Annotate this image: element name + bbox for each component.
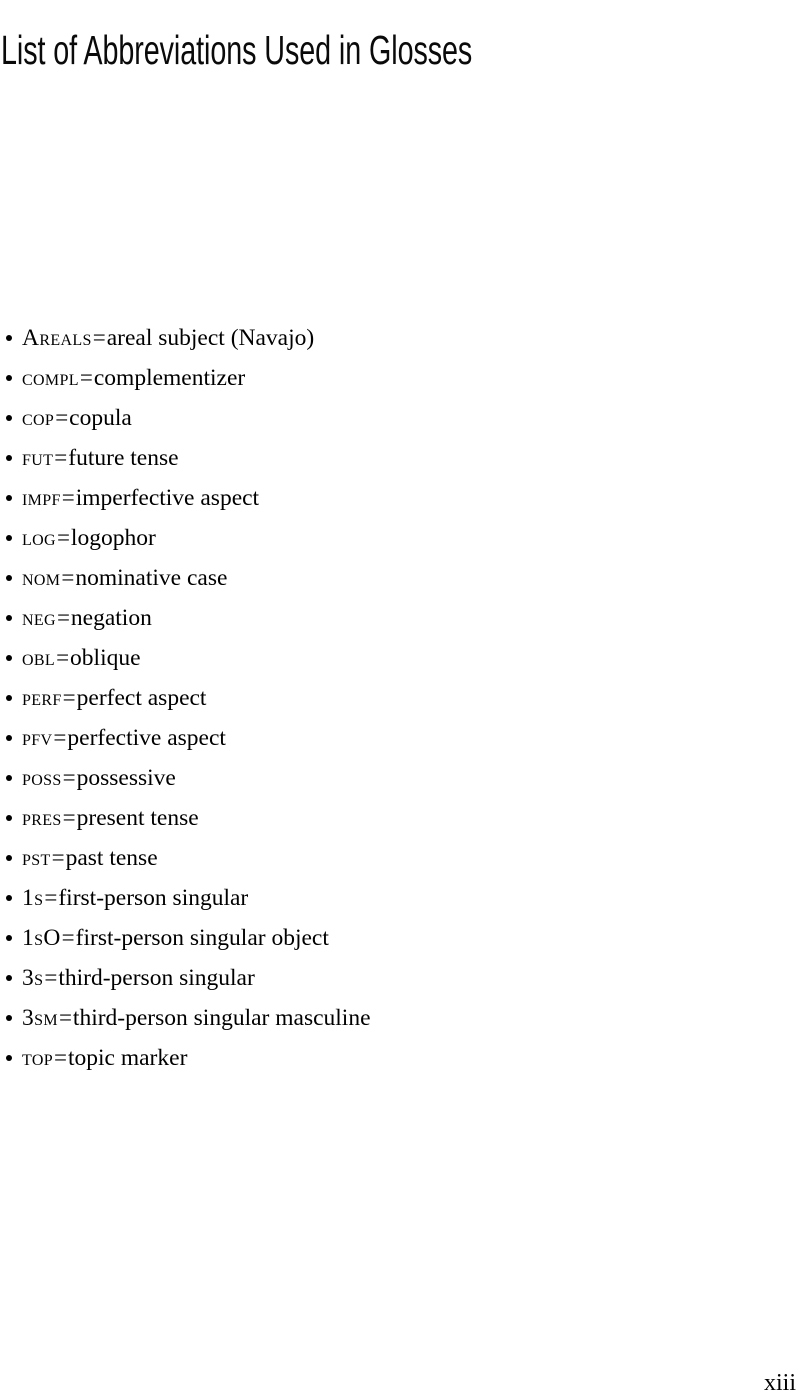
abbreviation-entry: perf = perfect aspect xyxy=(0,678,790,718)
abbreviation-term: poss xyxy=(22,765,62,791)
bullet-icon xyxy=(6,815,12,821)
equals-separator: = xyxy=(62,765,76,790)
bullet-icon xyxy=(6,615,12,621)
bullet-icon xyxy=(6,895,12,901)
equals-separator: = xyxy=(92,325,106,350)
abbreviation-definition: logophor xyxy=(70,525,156,551)
abbreviation-entry: nom = nominative case xyxy=(0,558,790,598)
equals-separator: = xyxy=(54,1045,67,1070)
abbreviation-entry: pfv = perfective aspect xyxy=(0,718,790,758)
abbreviation-entry: Areals = areal subject (Navajo) xyxy=(0,318,790,358)
bullet-icon xyxy=(6,415,12,421)
abbreviation-term: cop xyxy=(22,405,55,431)
bullet-icon xyxy=(6,935,12,941)
abbreviation-entry: 1sO = first-person singular object xyxy=(0,918,790,958)
bullet-icon xyxy=(6,1055,12,1061)
abbreviation-definition: present tense xyxy=(76,805,199,831)
page-number: xiii xyxy=(763,1370,796,1396)
equals-separator: = xyxy=(79,365,93,390)
equals-separator: = xyxy=(51,845,65,870)
abbreviation-term: fut xyxy=(22,445,54,471)
abbreviation-definition: nominative case xyxy=(75,565,228,591)
abbreviation-entry: top = topic marker xyxy=(0,1038,790,1078)
equals-separator: = xyxy=(53,725,67,750)
equals-separator: = xyxy=(61,925,75,950)
abbreviation-term: compl xyxy=(22,365,79,391)
abbreviation-term: 3sm xyxy=(22,1005,58,1031)
abbreviation-term: top xyxy=(22,1045,53,1071)
equals-separator: = xyxy=(44,965,58,990)
bullet-icon xyxy=(6,375,12,381)
abbreviation-entry: 3s = third-person singular xyxy=(0,958,790,998)
abbreviation-definition: areal subject (Navajo) xyxy=(106,325,315,351)
bullet-icon xyxy=(6,1015,12,1021)
abbreviation-term: log xyxy=(22,525,56,551)
abbreviation-entry: 3sm = third-person singular masculine xyxy=(0,998,790,1038)
abbreviation-definition: future tense xyxy=(68,445,179,471)
abbreviation-definition: perfect aspect xyxy=(76,685,207,711)
equals-separator: = xyxy=(56,605,70,630)
page: List of Abbreviations Used in Glosses Ar… xyxy=(0,0,800,1398)
abbreviation-definition: perfective aspect xyxy=(67,725,226,751)
abbreviation-term: pres xyxy=(22,805,62,831)
abbreviation-definition: imperfective aspect xyxy=(75,485,260,511)
abbreviation-definition: copula xyxy=(69,405,132,431)
abbreviation-definition: first-person singular object xyxy=(75,925,329,951)
abbreviation-term: neg xyxy=(22,605,56,631)
abbreviation-term: pfv xyxy=(22,725,53,751)
abbreviation-entry: cop = copula xyxy=(0,398,790,438)
page-title: List of Abbreviations Used in Glosses xyxy=(1,27,473,74)
abbreviation-entry: pres = present tense xyxy=(0,798,790,838)
abbreviation-definition: oblique xyxy=(70,645,141,671)
equals-separator: = xyxy=(54,445,68,470)
abbreviation-entry: log = logophor xyxy=(0,518,790,558)
abbreviation-term: nom xyxy=(22,565,61,591)
equals-separator: = xyxy=(61,485,75,510)
abbreviation-entry: pst = past tense xyxy=(0,838,790,878)
bullet-icon xyxy=(6,695,12,701)
abbreviation-term: obl xyxy=(22,645,56,671)
bullet-icon xyxy=(6,975,12,981)
bullet-icon xyxy=(6,855,12,861)
abbreviation-definition: past tense xyxy=(65,845,158,871)
abbreviation-term: Areals xyxy=(22,325,92,351)
abbreviation-term: 1s xyxy=(22,885,44,911)
abbreviation-definition: topic marker xyxy=(67,1045,188,1071)
bullet-icon xyxy=(6,735,12,741)
abbreviation-entry: impf = imperfective aspect xyxy=(0,478,790,518)
abbreviation-definition: first-person singular xyxy=(58,885,249,911)
equals-separator: = xyxy=(61,565,75,590)
abbreviation-entry: 1s = first-person singular xyxy=(0,878,790,918)
abbreviation-definition: negation xyxy=(70,605,152,631)
equals-separator: = xyxy=(56,525,70,550)
abbreviation-list: Areals = areal subject (Navajo) compl = c… xyxy=(0,318,790,1078)
abbreviation-term: 3s xyxy=(22,965,44,991)
abbreviation-entry: poss = possessive xyxy=(0,758,790,798)
bullet-icon xyxy=(6,535,12,541)
equals-separator: = xyxy=(62,805,76,830)
abbreviation-entry: compl = complementizer xyxy=(0,358,790,398)
equals-separator: = xyxy=(44,885,58,910)
equals-separator: = xyxy=(56,645,70,670)
abbreviation-definition: complementizer xyxy=(93,365,246,391)
bullet-icon xyxy=(6,775,12,781)
abbreviation-entry: fut = future tense xyxy=(0,438,790,478)
bullet-icon xyxy=(6,495,12,501)
abbreviation-definition: third-person singular xyxy=(58,965,255,991)
abbreviation-term: 1sO xyxy=(22,925,61,951)
equals-separator: = xyxy=(55,405,69,430)
abbreviation-definition: possessive xyxy=(76,765,176,791)
bullet-icon xyxy=(6,335,12,341)
abbreviation-definition: third-person singular masculine xyxy=(72,1005,371,1031)
abbreviation-term: impf xyxy=(22,485,61,511)
equals-separator: = xyxy=(62,685,76,710)
abbreviation-term: perf xyxy=(22,685,62,711)
bullet-icon xyxy=(6,455,12,461)
bullet-icon xyxy=(6,575,12,581)
bullet-icon xyxy=(6,655,12,661)
abbreviation-entry: obl = oblique xyxy=(0,638,790,678)
abbreviation-term: pst xyxy=(22,845,51,871)
abbreviation-entry: neg = negation xyxy=(0,598,790,638)
equals-separator: = xyxy=(58,1005,72,1030)
